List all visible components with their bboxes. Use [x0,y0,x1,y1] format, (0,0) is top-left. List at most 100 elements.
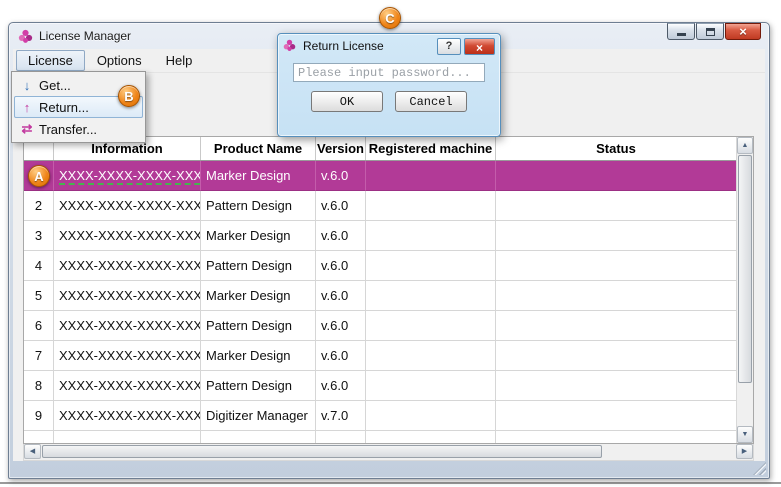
password-input[interactable] [293,63,485,82]
cell-version: v.6.0 [316,371,366,401]
minimize-button[interactable] [667,23,695,40]
window-controls: × [667,23,761,40]
cell-status [496,311,736,341]
ok-button[interactable]: OK [311,91,383,112]
cell-information: XXXX-XXXX-XXXX-XXXX [54,371,201,401]
cell-status [496,401,736,431]
dialog-app-icon [283,39,298,54]
cell-version: v.6.0 [316,311,366,341]
cell-product-name: Marker Design [201,281,316,311]
scroll-left-button[interactable]: ◀ [24,444,41,459]
menu-item-get-label: Get... [39,78,71,93]
table-row[interactable]: 3 XXXX-XXXX-XXXX-XXXX Marker Design v.6.… [24,221,736,251]
menu-item-transfer[interactable]: ⇄ Transfer... [14,118,143,140]
scroll-down-button[interactable]: ▼ [737,426,753,443]
cell-row-number: 9 [24,401,54,431]
cell-version: v.6.0 [316,221,366,251]
cell-version: v.6.0 [316,281,366,311]
cell-registered-machine [366,161,496,191]
table-row[interactable]: 1 XXXX-XXXX-XXXX-XXXX Marker Design v.6.… [24,161,736,191]
col-header-registered-machine[interactable]: Registered machine [366,137,496,160]
close-button[interactable]: × [725,23,761,40]
menu-options[interactable]: Options [85,50,154,71]
cancel-button[interactable]: Cancel [395,91,467,112]
cell-version: v.6.0 [316,191,366,221]
cell-registered-machine [366,221,496,251]
cell-version [316,431,366,443]
table-row[interactable]: 7 XXXX-XXXX-XXXX-XXXX Marker Design v.6.… [24,341,736,371]
cell-registered-machine [366,431,496,443]
horizontal-scroll-thumb[interactable] [42,445,602,458]
table-row[interactable]: 9 XXXX-XXXX-XXXX-XXXX Digitizer Manager … [24,401,736,431]
transfer-icon: ⇄ [15,121,39,137]
cell-information: XXXX-XXXX-XXXX-XXXX [54,251,201,281]
col-header-version[interactable]: Version [316,137,366,160]
cell-information: XXXX-XXXX-XXXX-XXXX [54,281,201,311]
cell-product-name: Marker Design [201,221,316,251]
cell-information [54,431,201,443]
cell-row-number: 4 [24,251,54,281]
screenshot-bottom-edge [0,482,781,484]
table-row[interactable]: 8 XXXX-XXXX-XXXX-XXXX Pattern Design v.6… [24,371,736,401]
scroll-right-button[interactable]: ▶ [736,444,753,459]
col-header-status[interactable]: Status [496,137,736,160]
return-upload-icon: ↑ [15,100,39,115]
table-row[interactable]: 2 XXXX-XXXX-XXXX-XXXX Pattern Design v.6… [24,191,736,221]
license-menu-dropdown: ↓ Get... ↑ Return... ⇄ Transfer... [11,71,146,143]
menu-item-return-label: Return... [39,100,89,115]
cell-row-number: 5 [24,281,54,311]
get-download-icon: ↓ [15,78,39,93]
cell-registered-machine [366,251,496,281]
dialog-title: Return License [303,39,437,53]
minimize-icon [677,33,686,36]
cell-status [496,431,736,443]
scroll-up-button[interactable]: ▲ [737,137,753,154]
cell-information: XXXX-XXXX-XXXX-XXXX [54,401,201,431]
cell-version: v.6.0 [316,341,366,371]
dialog-buttons: OK Cancel [278,91,500,112]
callout-badge-b: B [118,85,140,107]
cell-registered-machine [366,281,496,311]
cell-status [496,221,736,251]
license-grid: Information Product Name Version Registe… [24,137,736,443]
cell-row-number: 7 [24,341,54,371]
return-license-dialog: Return License ? × OK Cancel [277,33,501,137]
app-icon [18,29,33,44]
cell-row-number: 6 [24,311,54,341]
cell-version: v.7.0 [316,401,366,431]
cell-row-number: 3 [24,221,54,251]
table-row[interactable]: 4 XXXX-XXXX-XXXX-XXXX Pattern Design v.6… [24,251,736,281]
col-header-product-name[interactable]: Product Name [201,137,316,160]
cell-product-name: Marker Design [201,161,316,191]
dialog-titlebar: Return License ? × [278,34,500,58]
vertical-scrollbar[interactable]: ▲ ▼ [736,137,753,443]
cell-status [496,251,736,281]
cell-information: XXXX-XXXX-XXXX-XXXX [54,341,201,371]
window-title: License Manager [39,29,131,43]
vertical-scroll-thumb[interactable] [738,155,752,383]
dialog-close-icon: × [476,41,483,55]
cell-status [496,191,736,221]
cell-version: v.6.0 [316,251,366,281]
dialog-help-button[interactable]: ? [437,38,461,55]
cell-information: XXXX-XXXX-XXXX-XXXX [54,221,201,251]
dialog-close-button[interactable]: × [464,38,495,55]
menu-item-transfer-label: Transfer... [39,122,97,137]
table-row[interactable]: 6 XXXX-XXXX-XXXX-XXXX Pattern Design v.6… [24,311,736,341]
cell-status [496,341,736,371]
cell-status [496,371,736,401]
cell-registered-machine [366,371,496,401]
maximize-button[interactable] [696,23,724,40]
maximize-icon [706,28,715,36]
cell-product-name: Pattern Design [201,311,316,341]
cell-row-number: 2 [24,191,54,221]
cell-product-name: Digitizer Manager [201,401,316,431]
resize-grip[interactable] [753,462,766,475]
horizontal-scrollbar[interactable]: ◀ ▶ [23,444,754,461]
table-row[interactable]: 5 XXXX-XXXX-XXXX-XXXX Marker Design v.6.… [24,281,736,311]
cell-status [496,161,736,191]
cell-row-number: 8 [24,371,54,401]
menu-help[interactable]: Help [154,50,205,71]
menu-license[interactable]: License [16,50,85,71]
cell-registered-machine [366,311,496,341]
